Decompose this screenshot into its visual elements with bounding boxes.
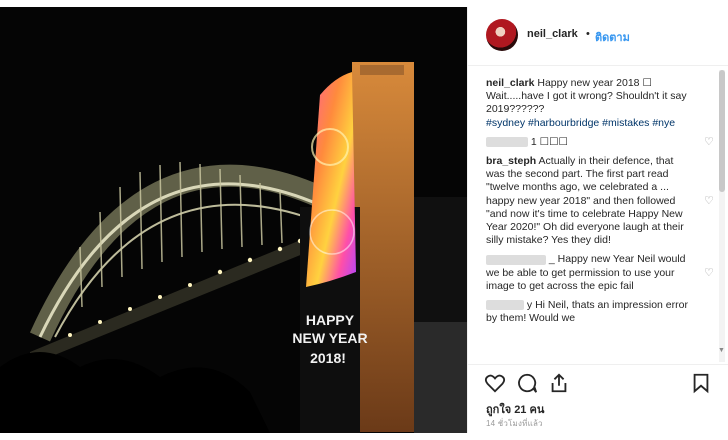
comment-text: 1 ☐☐☐ [530,135,568,148]
heart-icon[interactable]: ♡ [704,267,714,280]
comment: y Hi Neil, thats an impression error by … [486,299,691,325]
photo-text-line3: 2018! [310,350,346,366]
share-icon[interactable] [548,372,570,394]
blurred-username [486,300,524,311]
separator-dot: • [586,28,590,40]
instagram-post: HAPPY NEW YEAR 2018! neil_clark • ติดตาม… [0,0,728,440]
scroll-down-arrow-icon[interactable]: ▼ [718,347,725,354]
hashtag-links[interactable]: #sydney #harbourbridge #mistakes #nye [486,117,675,129]
caption: neil_clark Happy new year 2018 ☐ Wait...… [486,77,691,130]
post-photo[interactable]: HAPPY NEW YEAR 2018! [0,7,467,433]
post-sidebar: neil_clark • ติดตาม neil_clark Happy new… [467,7,728,433]
heart-icon[interactable] [484,372,506,394]
heart-icon[interactable]: ♡ [704,195,714,208]
comment: _ Happy new Year Neil would we be able t… [486,253,714,293]
avatar[interactable] [486,19,518,51]
post-header: neil_clark • ติดตาม [468,7,728,66]
comment-text: Actually in their defence, that was the … [486,155,684,247]
heart-icon[interactable]: ♡ [704,136,714,149]
username-link[interactable]: neil_clark [527,28,578,40]
comment: bra_steph Actually in their defence, tha… [486,155,714,247]
blurred-username [486,137,528,148]
caption-text: Happy new year 2018 ☐ [537,77,652,89]
harbour-bridge-image: HAPPY NEW YEAR 2018! [0,7,467,433]
bookmark-icon[interactable] [690,372,712,394]
scrollbar-thumb[interactable] [719,70,725,192]
caption-text-2: Wait.....have I got it wrong? Shouldn't … [486,90,687,116]
comment-username[interactable]: neil_clark [486,77,534,89]
follow-button[interactable]: ติดตาม [595,28,630,46]
photo-text-line1: HAPPY [306,312,355,328]
comment-username[interactable]: bra_steph [486,155,536,167]
likes-count[interactable]: ถูกใจ 21 คน [486,400,544,418]
comments-list: neil_clark Happy new year 2018 ☐ Wait...… [486,77,714,331]
comment: 1 ☐☐☐ ♡ [486,135,714,149]
comment-icon[interactable] [516,372,538,394]
blurred-username [486,254,546,265]
photo-text-line2: NEW YEAR [292,330,367,346]
action-bar: ถูกใจ 21 คน 14 ชั่วโมงที่แล้ว [468,364,728,434]
post-timestamp[interactable]: 14 ชั่วโมงที่แล้ว [486,417,543,430]
